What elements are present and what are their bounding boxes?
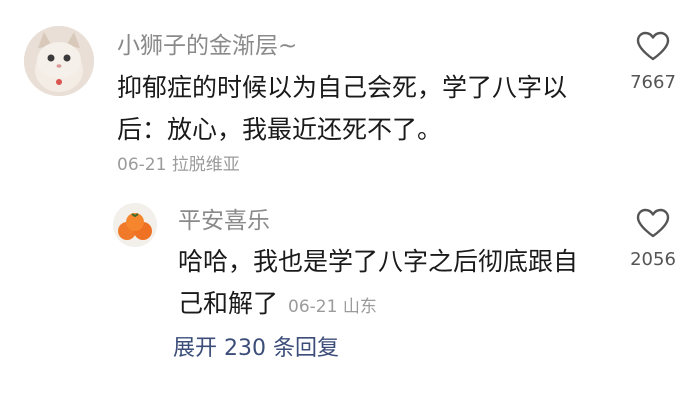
- heart-outline-icon: [636, 208, 670, 238]
- commenter-username[interactable]: 小狮子的金渐层~: [117, 32, 297, 60]
- reply-location: 山东: [342, 297, 377, 317]
- comment-text: 抑郁症的时候以为自己会死，学了八字以 后：放心，我最近还死不了。: [117, 67, 617, 151]
- reply-username[interactable]: 平安喜乐: [178, 207, 270, 235]
- like-button[interactable]: [636, 31, 670, 61]
- expand-replies-link[interactable]: 展开 230 条回复: [173, 335, 339, 363]
- comment-meta: 06-21 拉脱维亚: [117, 153, 240, 177]
- like-count: 7667: [630, 72, 676, 93]
- commenter-avatar[interactable]: [24, 26, 94, 96]
- reply-text-line-1: 哈哈，我也是学了八字之后彻底跟自: [178, 247, 579, 276]
- reply-text: 哈哈，我也是学了八字之后彻底跟自 己和解了 06-21 山东: [178, 241, 608, 328]
- reply-meta: 06-21 山东: [288, 297, 377, 317]
- heart-outline-icon: [636, 31, 670, 61]
- comment-location: 拉脱维亚: [171, 155, 240, 175]
- reply-date: 06-21: [288, 297, 338, 317]
- comment-text-line-2: 后：放心，我最近还死不了。: [117, 115, 443, 144]
- cat-avatar-image: [24, 26, 94, 96]
- reply-like-count: 2056: [630, 249, 676, 270]
- reply-like-button[interactable]: [636, 208, 670, 238]
- comment-text-line-1: 抑郁症的时候以为自己会死，学了八字以: [117, 73, 568, 102]
- comment-date: 06-21: [117, 155, 167, 175]
- reply-avatar[interactable]: [113, 203, 157, 247]
- persimmon-avatar-image: [113, 203, 157, 247]
- reply-text-line-2: 己和解了 06-21 山东: [178, 289, 377, 318]
